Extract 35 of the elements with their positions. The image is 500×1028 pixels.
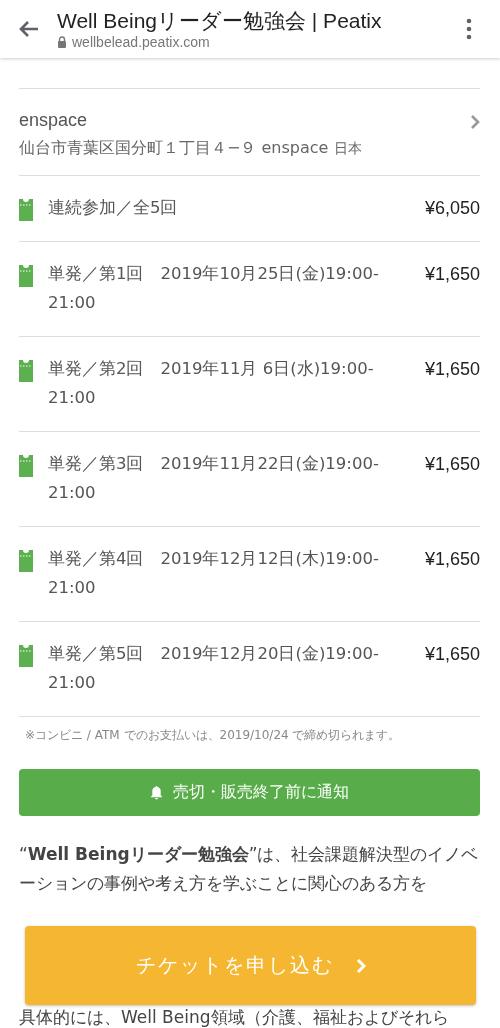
- payment-note: ※コンビニ / ATM でのお支払いは、2019/10/24 で締め切られます。: [25, 727, 402, 744]
- ticket-icon: [19, 360, 33, 382]
- ticket-name: 単発／第1回 2019年10月25日(金)19:00-21:00: [48, 263, 380, 314]
- chevron-right-icon: [355, 957, 366, 974]
- apply-button[interactable]: チケットを申し込む: [25, 926, 476, 1005]
- ticket-name: 単発／第2回 2019年11月 6日(水)19:00-21:00: [48, 358, 375, 409]
- ticket-icon: [19, 645, 33, 667]
- chevron-right-icon: [470, 114, 480, 130]
- ticket-icon: [19, 550, 33, 572]
- description-text: 具体的には、Well Being領域（介護、福祉およびそれら: [19, 1006, 450, 1028]
- venue-country: 日本: [333, 140, 362, 156]
- ticket-name: 連続参加／全5回: [48, 197, 179, 219]
- url-text: wellbelead.peatix.com: [72, 34, 210, 50]
- bell-icon: [150, 785, 163, 800]
- ticket-name: 単発／第5回 2019年12月20日(金)19:00-21:00: [48, 643, 380, 694]
- ticket-price: ¥1,650: [424, 453, 480, 476]
- ticket-price: ¥1,650: [424, 263, 480, 286]
- venue-name: enspace: [19, 109, 89, 132]
- ticket-price: ¥1,650: [424, 643, 480, 666]
- venue-address: 仙台市青葉区国分町１丁目４−９ enspace: [19, 138, 329, 157]
- ticket-icon: [19, 199, 33, 221]
- ticket-price: ¥1,650: [424, 548, 480, 571]
- venue-row[interactable]: enspace 仙台市青葉区国分町１丁目４−９ enspace 日本: [19, 89, 480, 176]
- more-icon[interactable]: [466, 18, 472, 40]
- back-icon[interactable]: [19, 21, 39, 37]
- ticket-name: 単発／第3回 2019年11月22日(金)19:00-21:00: [48, 453, 380, 504]
- ticket-icon: [19, 455, 33, 477]
- ticket-price: ¥1,650: [424, 358, 480, 381]
- ticket-icon: [19, 265, 33, 287]
- ticket-price: ¥6,050: [424, 197, 480, 220]
- notify-button[interactable]: 売切・販売終了前に通知: [19, 769, 480, 816]
- page-title: Well Beingリーダー勉強会 | Peatix: [57, 8, 383, 34]
- description-text: “Well Beingリーダー勉強会”は、社会課題解決型のイノベーションの事例や考え方を学ぶことに関心のある方を: [19, 843, 480, 895]
- lock-icon: [57, 36, 67, 48]
- ticket-name: 単発／第4回 2019年12月12日(木)19:00-21:00: [48, 548, 380, 599]
